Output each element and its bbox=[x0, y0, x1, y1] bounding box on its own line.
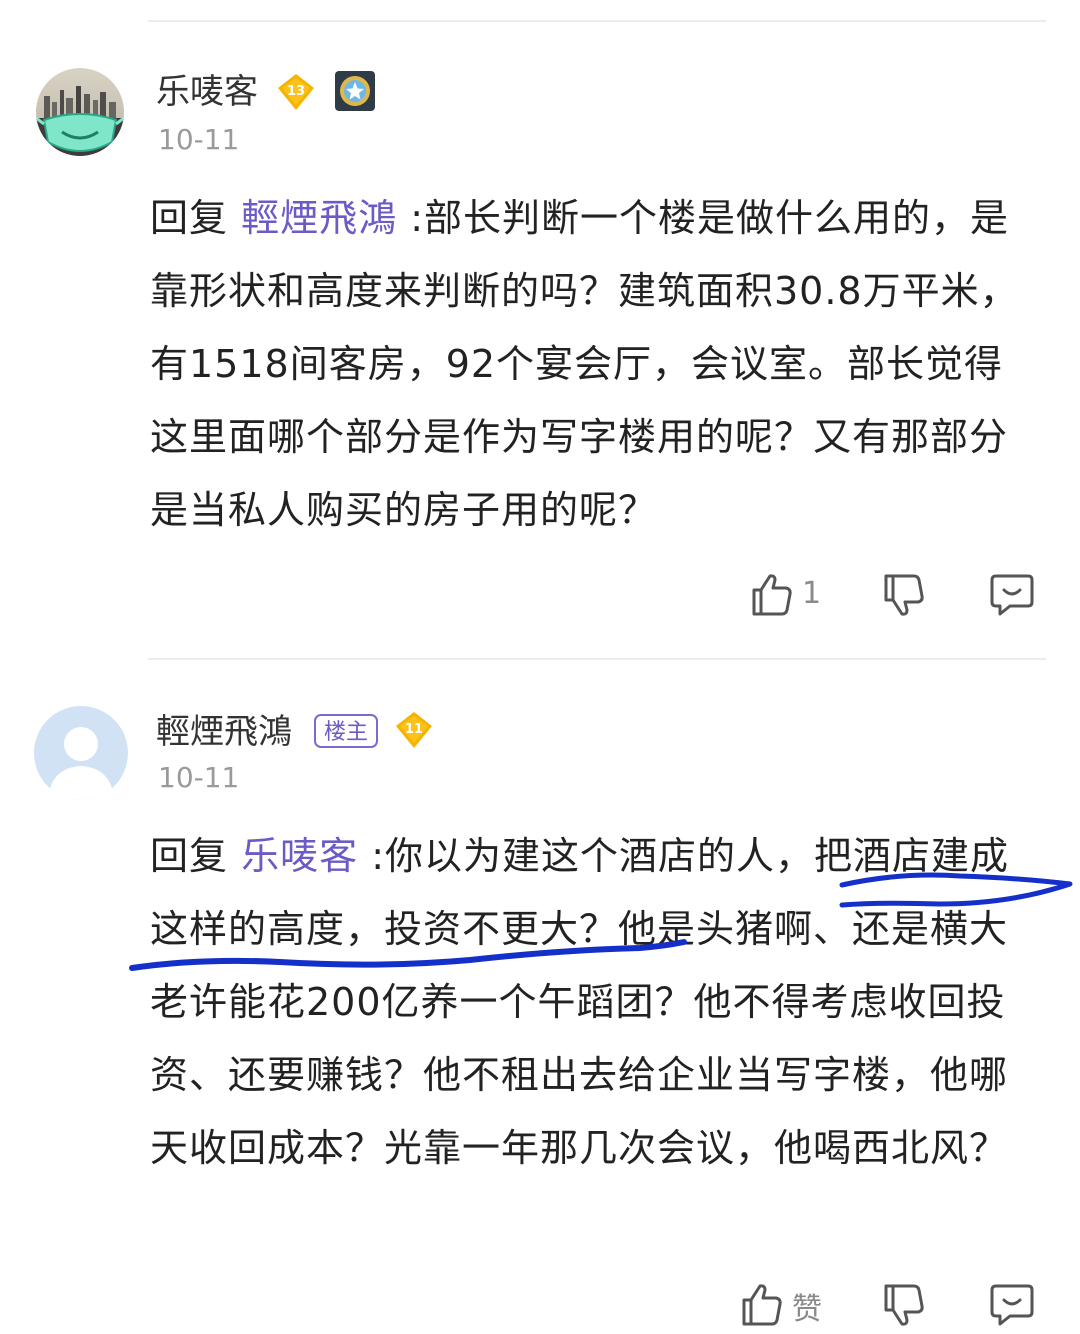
level-badge-icon: 13 bbox=[276, 72, 316, 112]
comment-text: :你以为建这个酒店的人，把酒店建成这样的高度，投资不更大？他是头猪啊、还是横大老… bbox=[150, 834, 1010, 1170]
username[interactable]: 輕煙飛鴻 bbox=[156, 712, 292, 752]
comment-text: :部长判断一个楼是做什么用的，是靠形状和高度来判断的吗？建筑面积30.8万平米，… bbox=[150, 196, 1019, 532]
comment-date: 10-11 bbox=[158, 123, 240, 156]
level-number: 11 bbox=[405, 722, 423, 737]
level-badge-icon: 11 bbox=[394, 710, 434, 750]
thumbs-up-button[interactable] bbox=[738, 1280, 786, 1332]
thumbs-up-icon bbox=[742, 1284, 782, 1326]
thumbs-down-button[interactable] bbox=[880, 572, 928, 624]
thumbs-down-icon bbox=[884, 1284, 924, 1326]
medal-icon bbox=[334, 70, 376, 112]
reply-prefix: 回复 bbox=[150, 834, 229, 878]
top-divider bbox=[148, 20, 1046, 22]
username[interactable]: 乐唛客 bbox=[156, 72, 258, 112]
thumbs-up-icon bbox=[752, 574, 792, 616]
comment-divider bbox=[148, 658, 1046, 660]
thumbs-down-icon bbox=[884, 574, 924, 616]
comment-body: 回复 輕煙飛鴻 :部长判断一个楼是做什么用的，是靠形状和高度来判断的吗？建筑面积… bbox=[150, 182, 1040, 547]
level-number: 13 bbox=[287, 84, 305, 99]
default-avatar-icon bbox=[34, 706, 128, 800]
comment-button[interactable] bbox=[988, 570, 1036, 622]
owner-badge: 楼主 bbox=[314, 714, 379, 748]
comment-button[interactable] bbox=[988, 1280, 1036, 1332]
avatar[interactable] bbox=[36, 68, 124, 156]
avatar-city-mask-icon bbox=[36, 68, 124, 156]
mention-link[interactable]: 乐唛客 bbox=[241, 834, 358, 878]
like-count: 1 bbox=[802, 576, 822, 611]
comment-icon bbox=[990, 574, 1034, 616]
avatar[interactable] bbox=[34, 706, 128, 800]
comment-body: 回复 乐唛客 :你以为建这个酒店的人，把酒店建成这样的高度，投资不更大？他是头猪… bbox=[150, 820, 1040, 1185]
like-label: 赞 bbox=[792, 1292, 822, 1327]
comment-date: 10-11 bbox=[158, 761, 240, 794]
comment-icon bbox=[990, 1284, 1034, 1326]
thumbs-up-button[interactable] bbox=[748, 570, 796, 622]
mention-link[interactable]: 輕煙飛鴻 bbox=[241, 196, 397, 240]
reply-prefix: 回复 bbox=[150, 196, 229, 240]
thumbs-down-button[interactable] bbox=[880, 1282, 928, 1334]
